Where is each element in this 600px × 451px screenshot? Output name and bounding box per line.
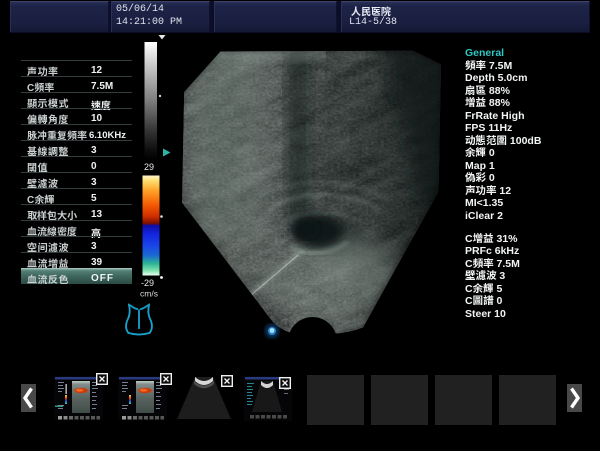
svg-text:-29: -29: [141, 278, 154, 288]
svg-text:cm/s: cm/s: [140, 289, 158, 299]
svg-text:29: 29: [144, 162, 154, 172]
